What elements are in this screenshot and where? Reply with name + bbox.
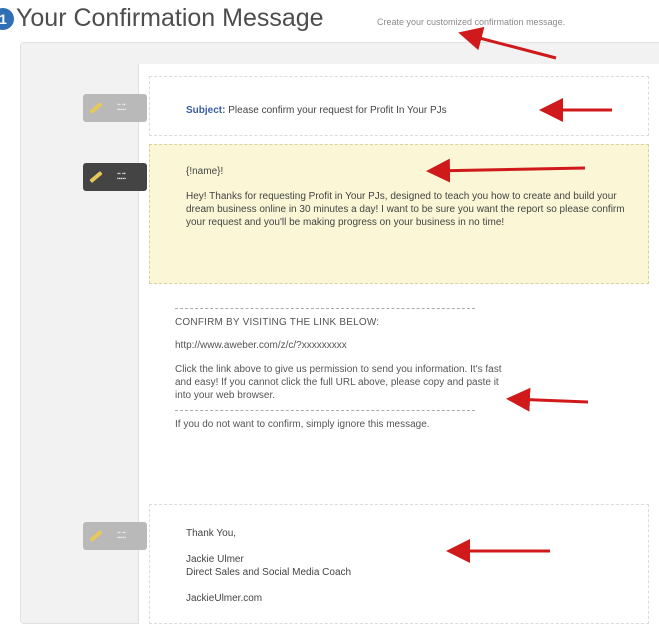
divider xyxy=(175,308,475,309)
signature-role: Direct Sales and Social Media Coach xyxy=(186,567,352,578)
subject-block[interactable]: Subject: Please confirm your request for… xyxy=(149,76,649,136)
signature-site: JackieUlmer.com xyxy=(186,592,263,604)
signature-name: Jackie Ulmer xyxy=(186,553,244,565)
signature-block[interactable]: Thank You, Jackie Ulmer Direct Sales and… xyxy=(149,504,649,624)
edit-greeting-button[interactable]: ▪▪ ▪▪ ▪▪▪▪▪ xyxy=(83,163,147,191)
confirm-instructions: Click the link above to give us permissi… xyxy=(175,364,502,401)
page-subtitle: Create your customized confirmation mess… xyxy=(377,17,566,27)
confirm-footer: If you do not want to confirm, simply ig… xyxy=(175,419,430,430)
confirm-url: http://www.aweber.com/z/c/?xxxxxxxxx xyxy=(175,340,347,351)
greeting-name-token: {!name}! xyxy=(186,166,224,177)
edit-button-caption: ▪▪ ▪▪ ▪▪▪▪▪ xyxy=(117,529,126,541)
subject-label: Subject: xyxy=(186,105,226,116)
step-number-badge: 1 xyxy=(0,8,14,30)
pencil-icon xyxy=(89,170,103,184)
edit-signature-button[interactable]: ▪▪ ▪▪ ▪▪▪▪▪ xyxy=(83,522,147,550)
confirm-heading: CONFIRM BY VISITING THE LINK BELOW: xyxy=(175,317,380,328)
confirm-block: CONFIRM BY VISITING THE LINK BELOW: http… xyxy=(149,294,649,494)
edit-subject-button[interactable]: ▪▪ ▪▪ ▪▪▪▪▪ xyxy=(83,94,147,122)
page-title: Your Confirmation Message xyxy=(16,4,324,32)
message-preview: Subject: Please confirm your request for… xyxy=(138,64,659,624)
section-header: 1 Your Confirmation Message Create your … xyxy=(0,2,659,36)
pencil-icon xyxy=(89,101,103,115)
pencil-icon xyxy=(89,529,103,543)
subject-text: Please confirm your request for Profit I… xyxy=(228,105,447,116)
greeting-body: Hey! Thanks for requesting Profit in You… xyxy=(186,191,625,228)
edit-button-caption: ▪▪ ▪▪ ▪▪▪▪▪ xyxy=(117,170,126,182)
edit-button-caption: ▪▪ ▪▪ ▪▪▪▪▪ xyxy=(117,101,126,113)
signature-thanks: Thank You, xyxy=(186,528,237,539)
greeting-block[interactable]: {!name}! Hey! Thanks for requesting Prof… xyxy=(149,144,649,284)
divider xyxy=(175,410,475,411)
